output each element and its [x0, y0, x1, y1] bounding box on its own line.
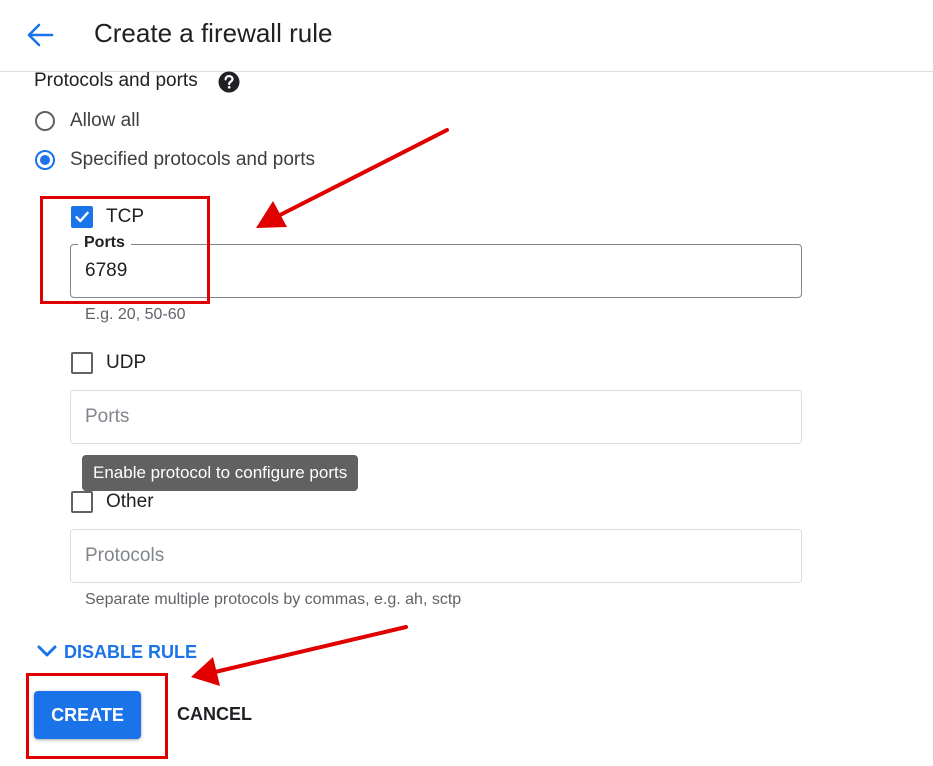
arrow-to-tcp — [256, 128, 449, 228]
annotation-arrows — [191, 128, 449, 686]
arrow-to-create — [191, 625, 408, 686]
